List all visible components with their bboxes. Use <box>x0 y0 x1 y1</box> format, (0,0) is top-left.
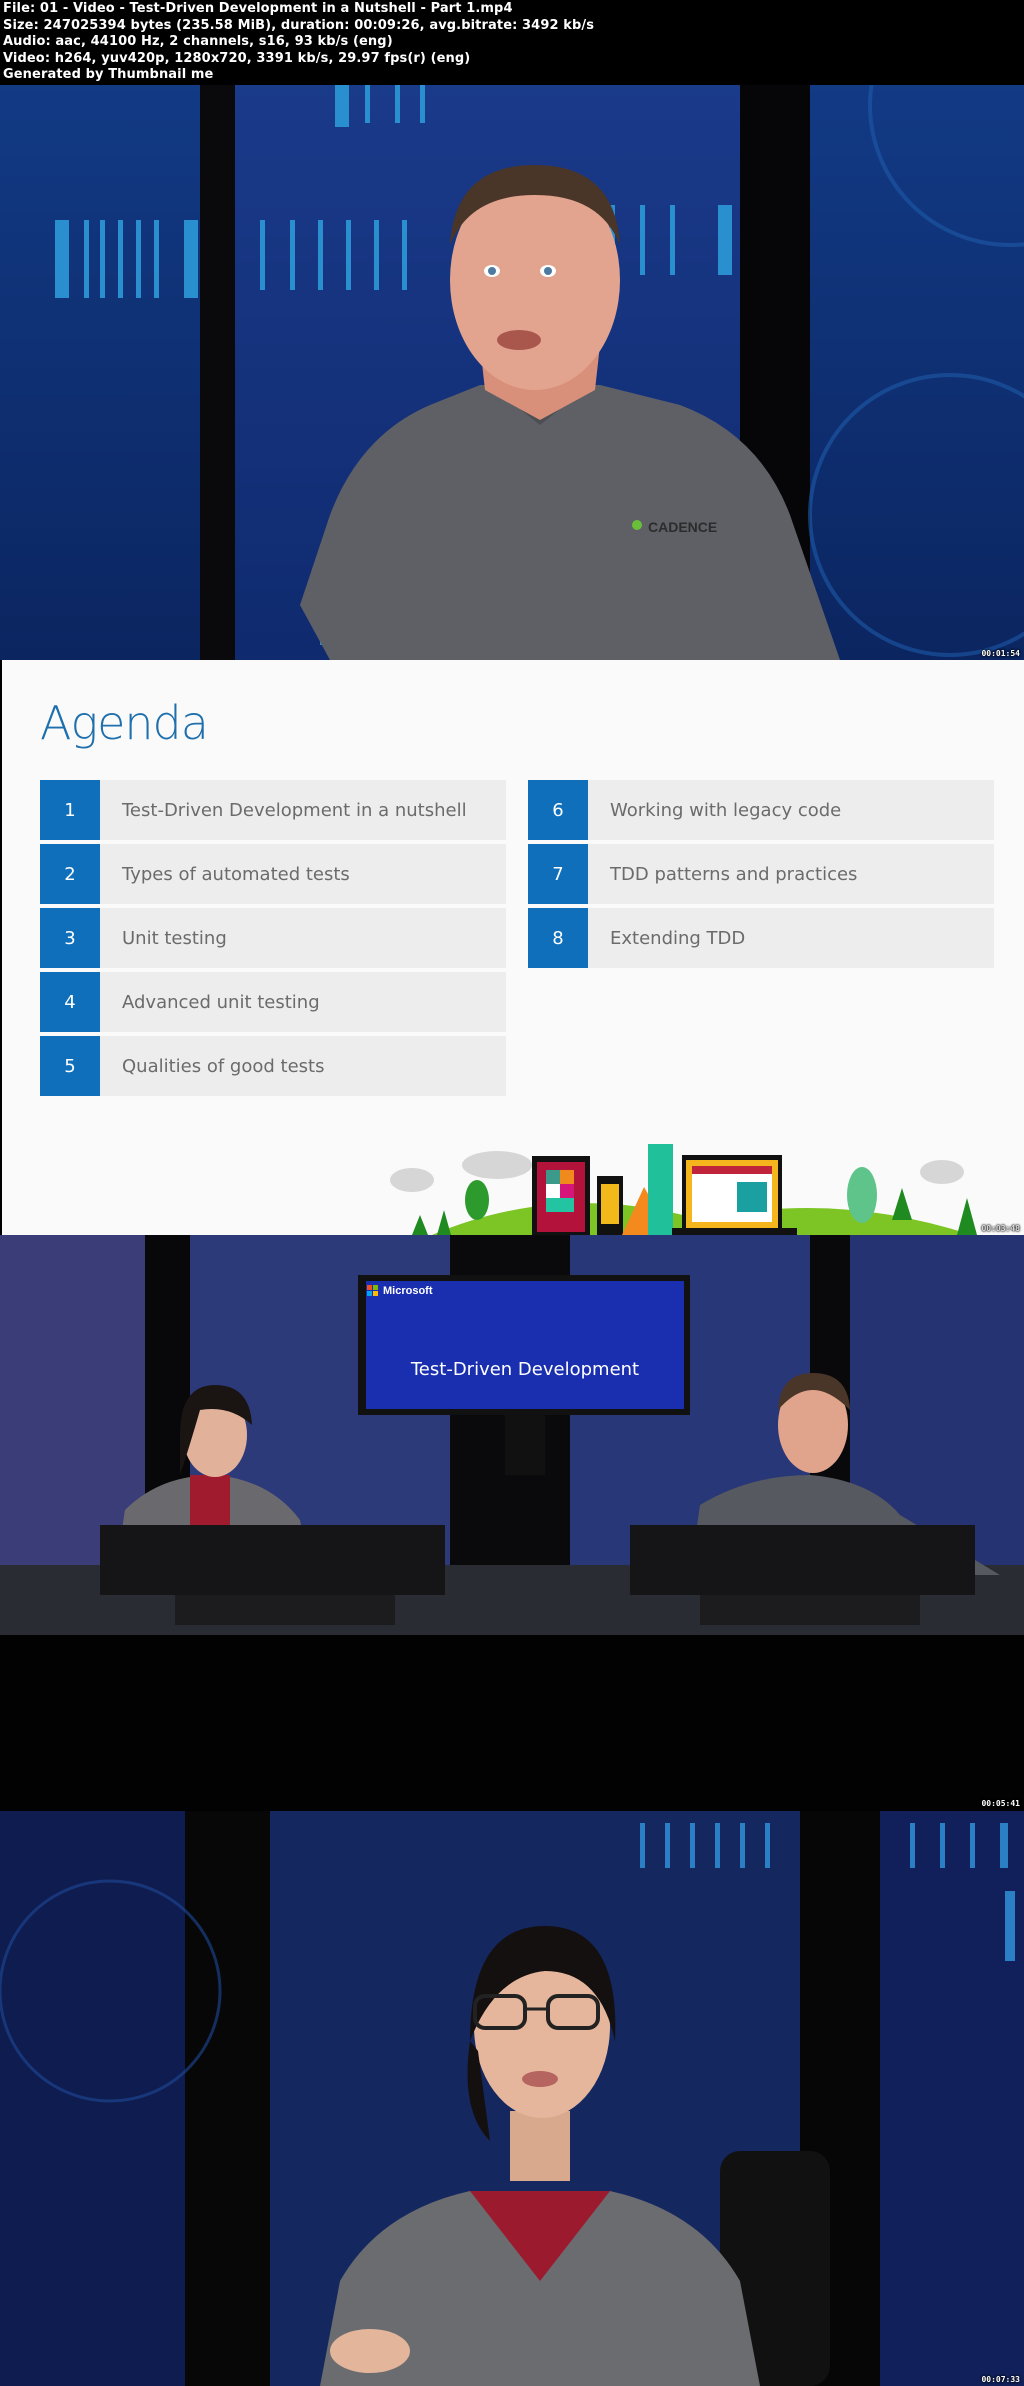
agenda-label: Qualities of good tests <box>100 1036 506 1096</box>
thumbnail-frame-3: Microsoft Test-Driven Development 00:05:… <box>0 1235 1024 1810</box>
agenda-number: 4 <box>40 972 100 1032</box>
agenda-label: TDD patterns and practices <box>588 844 994 904</box>
agenda-label: Unit testing <box>100 908 506 968</box>
timestamp: 00:01:54 <box>981 649 1020 658</box>
generator-line: Generated by Thumbnail me <box>3 67 214 82</box>
timestamp: 00:03:48 <box>981 1224 1020 1233</box>
slide-title: Agenda <box>40 696 209 750</box>
audio-line: Audio: aac, 44100 Hz, 2 channels, s16, 9… <box>3 34 393 49</box>
agenda-column-left: 1 Test-Driven Development in a nutshell 2… <box>40 780 506 1100</box>
agenda-item: 1 Test-Driven Development in a nutshell <box>40 780 506 840</box>
thumbnail-frame-2: Agenda 1 Test-Driven Development in a nut… <box>0 660 1024 1235</box>
timestamp: 00:05:41 <box>981 1799 1020 1808</box>
thumbnail-frame-4: 00:07:33 <box>0 1811 1024 2386</box>
agenda-item: 2 Types of automated tests <box>40 844 506 904</box>
screen-title: Test-Driven Development <box>410 1359 640 1380</box>
agenda-number: 2 <box>40 844 100 904</box>
agenda-label: Extending TDD <box>588 908 994 968</box>
agenda-column-right: 6 Working with legacy code 7 TDD patterns … <box>528 780 994 972</box>
agenda-number: 6 <box>528 780 588 840</box>
screen-brand: Microsoft <box>383 1285 433 1297</box>
video-line: Video: h264, yuv420p, 1280x720, 3391 kb/… <box>3 50 471 66</box>
agenda-label: Test-Driven Development in a nutshell <box>100 780 506 840</box>
timestamp: 00:07:33 <box>981 2375 1020 2384</box>
agenda-number: 5 <box>40 1036 100 1096</box>
agenda-label: Types of automated tests <box>100 844 506 904</box>
agenda-item: 5 Qualities of good tests <box>40 1036 506 1096</box>
agenda-item: 7 TDD patterns and practices <box>528 844 994 904</box>
agenda-item: 4 Advanced unit testing <box>40 972 506 1032</box>
agenda-number: 8 <box>528 908 588 968</box>
presenter-illustration <box>0 1811 1024 2386</box>
presenter-illustration: CADENCE <box>300 85 1024 660</box>
size-line: Size: 247025394 bytes (235.58 MiB), dura… <box>3 17 595 33</box>
shirt-logo: CADENCE <box>648 519 717 535</box>
file-name-line: File: 01 - Video - Test-Driven Developme… <box>3 1 513 16</box>
file-info-header: File: 01 - Video - Test-Driven Developme… <box>0 0 1024 85</box>
agenda-label: Advanced unit testing <box>100 972 506 1032</box>
thumbnail-frame-1: CADENCE 00:01:54 <box>0 85 1024 660</box>
agenda-number: 7 <box>528 844 588 904</box>
agenda-item: 6 Working with legacy code <box>528 780 994 840</box>
agenda-item: 8 Extending TDD <box>528 908 994 968</box>
studio-scene <box>0 1235 1024 1810</box>
agenda-item: 3 Unit testing <box>40 908 506 968</box>
devices-illustration <box>390 1144 977 1235</box>
agenda-number: 1 <box>40 780 100 840</box>
agenda-label: Working with legacy code <box>588 780 994 840</box>
agenda-number: 3 <box>40 908 100 968</box>
